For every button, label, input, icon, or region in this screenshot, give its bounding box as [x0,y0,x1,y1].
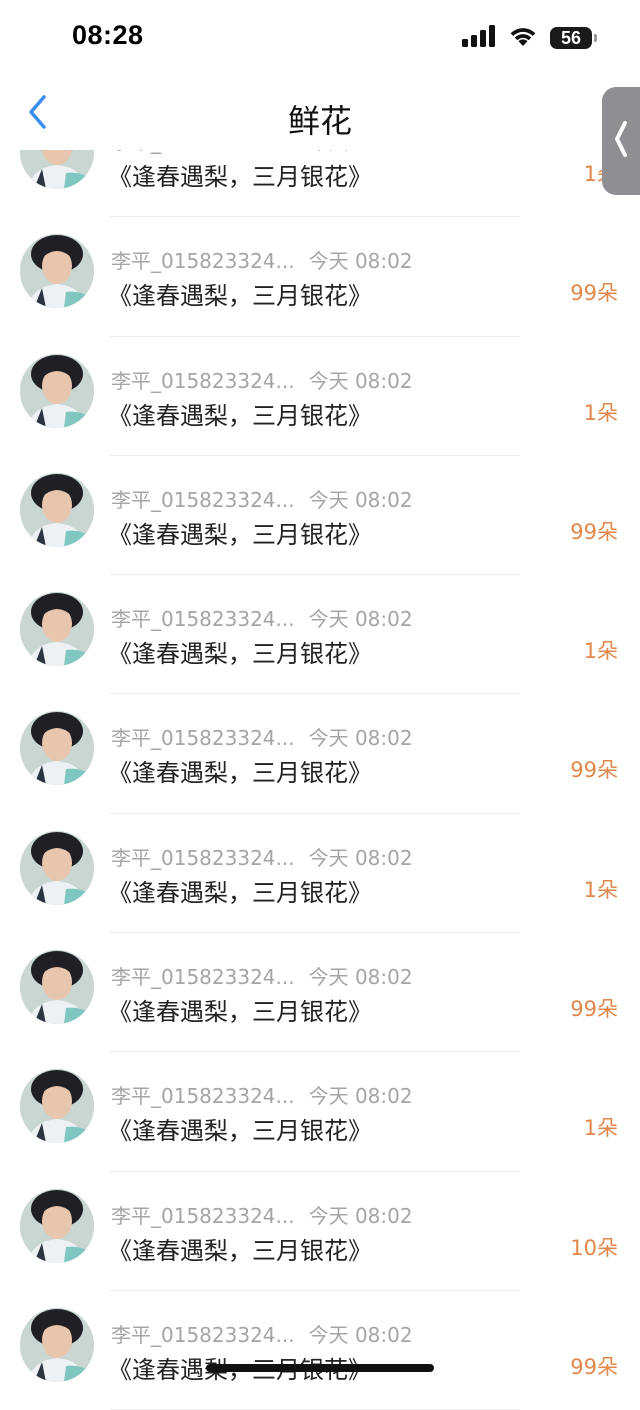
item-meta: 李平_015823324... 今天 08:02 [111,365,413,394]
status-icons: 56 [462,24,597,52]
page-title: 鲜花 [287,102,352,140]
item-time: 今天 08:02 [308,368,413,393]
gift-list[interactable]: 李平_015823324... 今天 08:02 《逢春遇梨，三月银花》 1朵 李… [0,98,640,1410]
item-meta: 李平_015823324... 今天 08:02 [111,842,413,871]
sender-name: 李平_015823324... [111,1322,295,1347]
item-time: 今天 08:02 [308,249,413,274]
sender-name: 李平_015823324... [111,607,295,632]
avatar[interactable] [20,353,94,428]
cellular-signal-icon [462,25,496,51]
gift-title: 《逢春遇梨，三月银花》 [108,163,372,191]
gift-title: 《逢春遇梨，三月银花》 [108,1117,372,1146]
sender-name: 李平_015823324... [111,965,295,990]
side-panel-tab[interactable] [602,87,640,195]
chevron-left-icon [613,119,629,163]
sender-name: 李平_015823324... [111,845,295,870]
item-time: 今天 08:02 [308,1322,413,1347]
status-bar: 08:28 56 [0,0,640,80]
gift-count: 99朵 [570,758,618,783]
avatar[interactable] [20,1188,94,1263]
battery-level: 56 [560,28,582,48]
gift-count: 99朵 [570,519,618,544]
gift-title: 《逢春遇梨，三月银花》 [108,1236,372,1265]
item-meta: 李平_015823324... 今天 08:02 [111,603,413,632]
avatar[interactable] [20,472,94,547]
battery-nub [594,34,597,42]
list-item[interactable]: 李平_015823324... 今天 08:02 《逢春遇梨，三月银花》 99朵 [0,217,640,337]
gift-count: 1朵 [583,1116,618,1141]
gift-count: 1朵 [583,400,618,425]
sender-name: 李平_015823324... [111,726,295,751]
gift-title: 《逢春遇梨，三月银花》 [108,998,372,1027]
item-time: 今天 08:02 [308,965,413,990]
item-time: 今天 08:02 [308,845,413,870]
list-item[interactable]: 李平_015823324... 今天 08:02 《逢春遇梨，三月银花》 10朵 [0,1172,640,1291]
battery-icon: 56 [550,27,597,49]
gift-title: 《逢春遇梨，三月银花》 [108,878,372,907]
item-time: 今天 08:02 [308,487,413,512]
item-time: 今天 08:02 [308,1084,413,1109]
sender-name: 李平_015823324... [111,1203,295,1228]
item-meta: 李平_015823324... 今天 08:02 [111,1080,413,1109]
avatar[interactable] [20,830,94,905]
item-meta: 李平_015823324... 今天 08:02 [111,1319,413,1348]
sender-name: 李平_015823324... [111,1084,295,1109]
avatar[interactable] [20,1307,94,1382]
item-meta: 李平_015823324... 今天 08:02 [111,722,413,751]
gift-title: 《逢春遇梨，三月银花》 [108,640,372,669]
gift-count: 1朵 [583,639,618,664]
list-item[interactable]: 李平_015823324... 今天 08:02 《逢春遇梨，三月银花》 99朵 [0,933,640,1053]
status-time: 08:28 [72,20,144,50]
list-item[interactable]: 李平_015823324...今天 08:02 《逢春遇梨，三月银花》 99朵 [0,1291,640,1410]
wifi-icon [508,25,538,51]
item-time: 今天 08:02 [308,607,413,632]
item-meta: 李平_015823324... 今天 08:02 [111,1200,413,1229]
nav-bar: 鲜花 [0,80,640,150]
list-item[interactable]: 李平_015823324... 今天 08:02 《逢春遇梨，三月银花》 99朵 [0,456,640,576]
item-meta: 李平_015823324... 今天 08:02 [111,961,413,990]
list-item[interactable]: 李平_015823324... 今天 08:02 《逢春遇梨，三月银花》 1朵 [0,1052,640,1172]
gift-count: 99朵 [570,1354,618,1379]
sender-name: 李平_015823324... [111,249,295,274]
gift-count: 99朵 [570,281,618,306]
item-meta: 李平_015823324... 今天 08:02 [111,245,413,274]
sender-name: 李平_015823324... [111,368,295,393]
gift-title: 《逢春遇梨，三月银花》 [108,282,372,311]
avatar[interactable] [20,592,94,667]
gift-count: 99朵 [570,997,618,1022]
gift-title: 《逢春遇梨，三月银花》 [108,401,372,430]
list-item[interactable]: 李平_015823324... 今天 08:02 《逢春遇梨，三月银花》 1朵 [0,575,640,695]
item-time: 今天 08:02 [308,726,413,751]
avatar[interactable] [20,950,94,1025]
item-meta: 李平_015823324... 今天 08:02 [111,484,413,513]
gift-count: 1朵 [583,877,618,902]
avatar[interactable] [20,1069,94,1144]
gift-title: 《逢春遇梨，三月银花》 [108,759,372,788]
gift-count: 10朵 [570,1235,618,1260]
list-item[interactable]: 李平_015823324... 今天 08:02 《逢春遇梨，三月银花》 1朵 [0,337,640,456]
item-time: 今天 08:02 [308,1203,413,1228]
sender-name: 李平_015823324... [111,487,295,512]
list-item[interactable]: 李平_015823324... 今天 08:02 《逢春遇梨，三月银花》 1朵 [0,814,640,934]
list-item[interactable]: 李平_015823324... 今天 08:02 《逢春遇梨，三月银花》 99朵 [0,694,640,814]
avatar[interactable] [20,234,94,309]
home-indicator [206,1364,434,1372]
gift-title: 《逢春遇梨，三月银花》 [108,520,372,549]
avatar[interactable] [20,711,94,786]
